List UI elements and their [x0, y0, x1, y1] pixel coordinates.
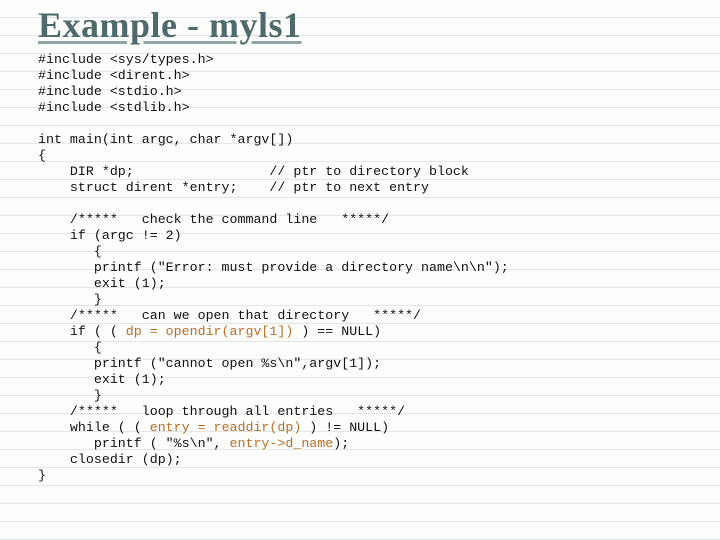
code-block: #include <sys/types.h> #include <dirent.…	[38, 52, 712, 484]
code-line: }	[38, 292, 102, 307]
code-line: DIR *dp; // ptr to directory block	[38, 164, 469, 179]
code-line: #include <stdio.h>	[38, 84, 182, 99]
highlight: entry = readdir(dp)	[150, 420, 302, 435]
code-line: exit (1);	[38, 276, 166, 291]
code-line: if (argc != 2)	[38, 228, 182, 243]
code-line: printf ("Error: must provide a directory…	[38, 260, 509, 275]
code-line: #include <dirent.h>	[38, 68, 190, 83]
code-line: {	[38, 148, 46, 163]
code-line: int main(int argc, char *argv[])	[38, 132, 293, 147]
code-line: /***** loop through all entries *****/	[38, 404, 405, 419]
code-line: /***** check the command line *****/	[38, 212, 389, 227]
code-line: }	[38, 468, 46, 483]
code-line: #include <stdlib.h>	[38, 100, 190, 115]
code-line: struct dirent *entry; // ptr to next ent…	[38, 180, 429, 195]
code-line: #include <sys/types.h>	[38, 52, 214, 67]
highlight: dp = opendir(argv[1])	[126, 324, 294, 339]
code-line: /***** can we open that directory *****/	[38, 308, 421, 323]
code-line: if ( ( dp = opendir(argv[1]) ) == NULL)	[38, 324, 381, 339]
code-line: printf ("cannot open %s\n",argv[1]);	[38, 356, 381, 371]
code-line: while ( ( entry = readdir(dp) ) != NULL)	[38, 420, 389, 435]
code-line: exit (1);	[38, 372, 166, 387]
slide-content: Example - myls1 #include <sys/types.h> #…	[0, 0, 720, 492]
code-line: }	[38, 388, 102, 403]
code-line: closedir (dp);	[38, 452, 182, 467]
code-line: {	[38, 244, 102, 259]
code-line: printf ( "%s\n", entry->d_name);	[38, 436, 349, 451]
slide-title: Example - myls1	[38, 4, 712, 46]
code-line: {	[38, 340, 102, 355]
highlight: entry->d_name	[230, 436, 334, 451]
